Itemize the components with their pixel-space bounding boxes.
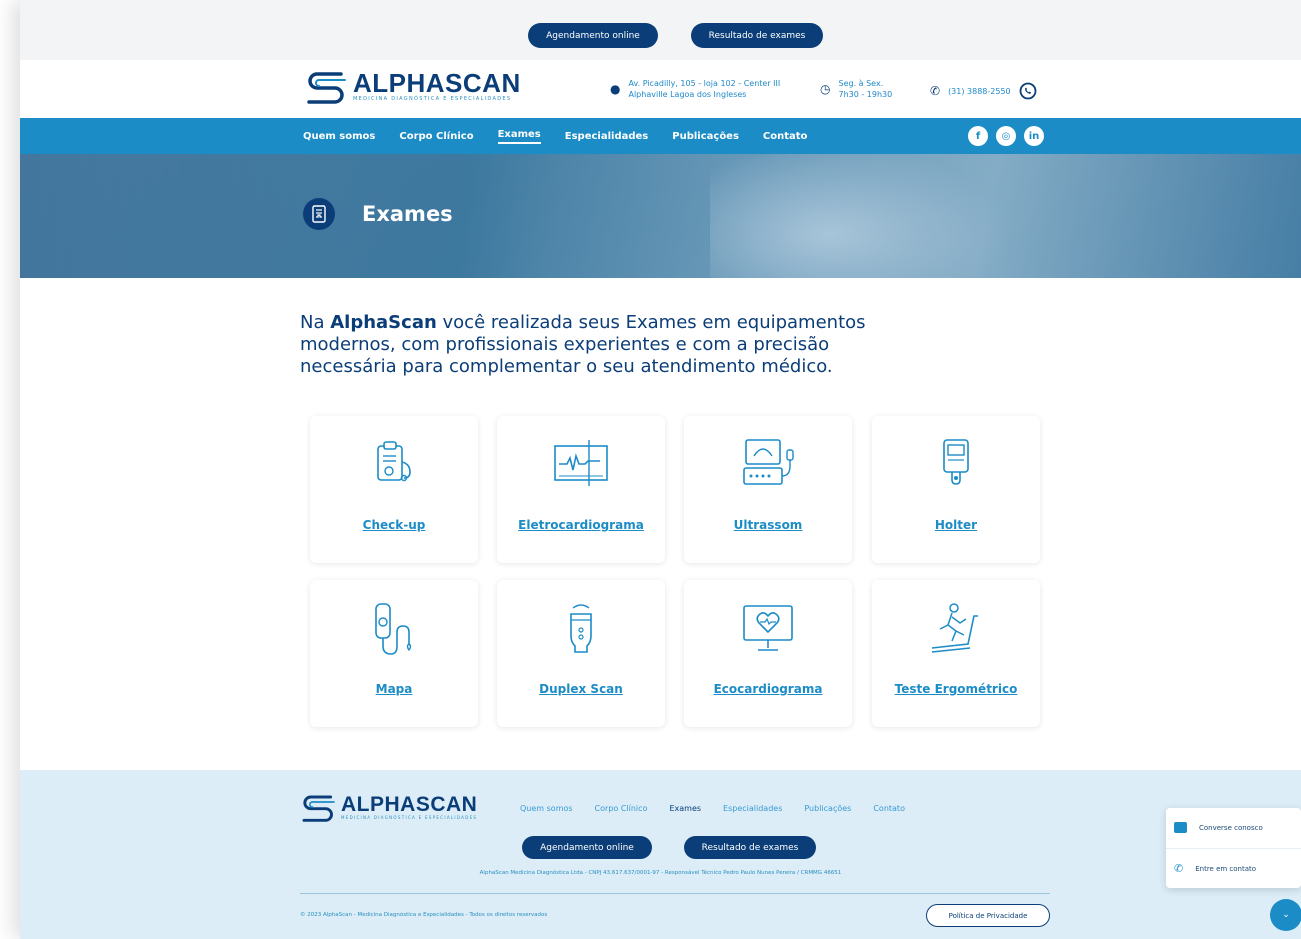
header: ALPHASCAN MEDICINA DIAGNÓSTICA E ESPECIA…	[20, 60, 1301, 118]
privacy-policy-button[interactable]: Política de Privacidade	[926, 904, 1050, 927]
heart-monitor-icon	[743, 605, 793, 651]
holter-device-icon	[943, 439, 969, 485]
treadmill-icon	[931, 603, 978, 653]
clipboard-stethoscope-icon	[377, 441, 411, 482]
chat-divider	[1166, 848, 1301, 849]
phone-icon: ✆	[1174, 862, 1184, 875]
exam-card-eletrocardiograma[interactable]: Eletrocardiograma	[497, 416, 665, 563]
footer-link-quem-somos[interactable]: Quem somos	[520, 804, 573, 813]
page-frame: Agendamento online Resultado de exames A…	[20, 0, 1301, 939]
footer-links: Quem somos Corpo Clínico Exames Especial…	[520, 804, 905, 813]
logo-tagline: MEDICINA DIAGNÓSTICA E ESPECIALIDADES	[353, 96, 512, 102]
nav-item-quem-somos[interactable]: Quem somos	[303, 131, 375, 142]
exam-card-mapa[interactable]: Mapa	[310, 580, 478, 727]
address-info: ● Av. Picadilly, 105 - loja 102 - Center…	[610, 78, 780, 100]
chat-bubble-icon	[1174, 822, 1187, 833]
exam-card-teste-ergometrico[interactable]: Teste Ergométrico	[872, 580, 1040, 727]
footer-link-exames[interactable]: Exames	[669, 804, 701, 813]
clock-icon: ◷	[820, 81, 831, 96]
chat-contact-option[interactable]: ✆ Entre em contato	[1174, 862, 1256, 875]
legal-text: AlphaScan Medicina Diagnóstica Ltda - CN…	[479, 870, 842, 876]
page-title: Exames	[362, 202, 453, 226]
exam-card-label[interactable]: Teste Ergométrico	[872, 682, 1040, 696]
intro-prefix: Na	[300, 312, 325, 333]
social-links: f ◎ in	[968, 126, 1044, 146]
hero-banner: Exames	[20, 154, 1301, 278]
exam-card-label[interactable]: Mapa	[310, 682, 478, 696]
chat-talk-option[interactable]: Converse conosco	[1174, 822, 1263, 833]
footer-logo-tagline: MEDICINA DIAGNÓSTICA E ESPECIALIDADES	[341, 815, 478, 820]
footer: ALPHASCAN MEDICINA DIAGNÓSTICA E ESPECIA…	[20, 770, 1301, 939]
ultrasound-machine-icon	[743, 439, 794, 485]
address-line1: Av. Picadilly, 105 - loja 102 - Center I…	[628, 79, 781, 88]
nav-item-contato[interactable]: Contato	[763, 131, 808, 142]
nav-item-corpo-clinico[interactable]: Corpo Clínico	[399, 131, 473, 142]
exam-card-ecocardiograma[interactable]: Ecocardiograma	[684, 580, 852, 727]
exam-card-label[interactable]: Ultrassom	[684, 518, 852, 532]
footer-link-publicacoes[interactable]: Publicações	[804, 804, 851, 813]
phone-icon: ✆	[930, 83, 941, 98]
chat-widget: Converse conosco ✆ Entre em contato	[1166, 808, 1301, 888]
exam-card-holter[interactable]: Holter	[872, 416, 1040, 563]
exam-card-duplex-scan[interactable]: Duplex Scan	[497, 580, 665, 727]
top-strip: Agendamento online Resultado de exames	[20, 0, 1301, 60]
instagram-icon[interactable]: ◎	[996, 126, 1016, 146]
phone-info[interactable]: ✆ (31) 3888-2550	[930, 82, 1037, 100]
footer-link-corpo-clinico[interactable]: Corpo Clínico	[595, 804, 648, 813]
hours-info: ◷ Seg. à Sex. 7h30 - 19h30	[820, 78, 892, 100]
logo-mark-icon	[307, 72, 346, 104]
ecg-monitor-icon	[554, 440, 608, 486]
nav-item-publicacoes[interactable]: Publicações	[672, 131, 739, 142]
logo[interactable]: ALPHASCAN MEDICINA DIAGNÓSTICA E ESPECIA…	[305, 68, 521, 104]
footer-divider	[300, 893, 1050, 894]
phone-number: (31) 3888-2550	[948, 86, 1011, 96]
nav-links: Quem somos Corpo Clínico Exames Especial…	[303, 118, 807, 154]
footer-exam-results-button[interactable]: Resultado de exames	[684, 836, 816, 859]
hours-line1: Seg. à Sex.	[838, 79, 884, 88]
exam-card-label[interactable]: Holter	[872, 518, 1040, 532]
exam-card-label[interactable]: Eletrocardiograma	[497, 518, 665, 532]
whatsapp-icon[interactable]	[1019, 82, 1037, 100]
exam-card-check-up[interactable]: Check-up	[310, 416, 478, 563]
intro-brand: AlphaScan	[330, 312, 437, 333]
map-pin-icon: ●	[610, 81, 621, 96]
exam-results-button[interactable]: Resultado de exames	[691, 23, 823, 48]
chat-toggle-button[interactable]: ⌄	[1270, 899, 1301, 931]
blood-pressure-monitor-icon	[375, 603, 412, 655]
copyright-text: © 2023 AlphaScan - Medicina Diagnóstica …	[300, 912, 548, 918]
logo-mark-icon	[302, 795, 335, 822]
exam-card-ultrassom[interactable]: Ultrassom	[684, 416, 852, 563]
nav-item-exames[interactable]: Exames	[497, 129, 541, 144]
footer-logo-text: ALPHASCAN	[341, 793, 478, 816]
linkedin-icon[interactable]: in	[1024, 126, 1044, 146]
footer-link-contato[interactable]: Contato	[873, 804, 905, 813]
nav-item-especialidades[interactable]: Especialidades	[565, 131, 648, 142]
address-line2: Alphaville Lagoa dos Ingleses	[628, 90, 747, 99]
intro-text: Na AlphaScan você realizada seus Exames …	[300, 312, 920, 378]
exam-document-icon	[303, 198, 335, 230]
chat-talk-label: Converse conosco	[1199, 823, 1263, 832]
footer-scheduling-button[interactable]: Agendamento online	[522, 836, 652, 859]
chevron-down-icon: ⌄	[1282, 910, 1290, 920]
logo-text: ALPHASCAN	[353, 68, 521, 98]
scheduling-button[interactable]: Agendamento online	[528, 23, 658, 48]
footer-logo[interactable]: ALPHASCAN MEDICINA DIAGNÓSTICA E ESPECIA…	[300, 792, 477, 822]
hours-line2: 7h30 - 19h30	[838, 90, 893, 99]
footer-link-especialidades[interactable]: Especialidades	[723, 804, 782, 813]
ultrasound-probe-icon	[570, 604, 592, 653]
facebook-icon[interactable]: f	[968, 126, 988, 146]
main-nav: Quem somos Corpo Clínico Exames Especial…	[20, 118, 1301, 154]
exam-card-label[interactable]: Ecocardiograma	[684, 682, 852, 696]
exam-card-label[interactable]: Duplex Scan	[497, 682, 665, 696]
chat-contact-label: Entre em contato	[1195, 864, 1257, 873]
exam-card-label[interactable]: Check-up	[310, 518, 478, 532]
